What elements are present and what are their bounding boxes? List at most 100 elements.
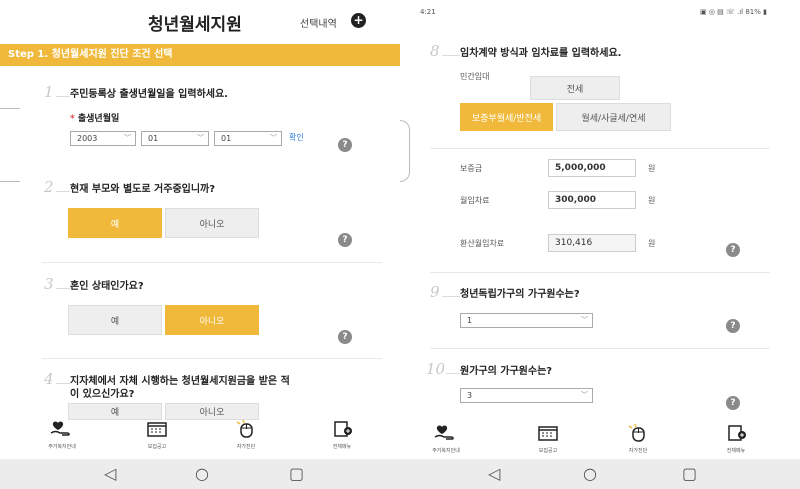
year-select[interactable]: 2003 ﹀ (70, 131, 136, 146)
question-4-text-line2: 이 있으신가요? (70, 389, 135, 400)
question-number-3: 3 (44, 275, 54, 293)
mouse-icon (628, 423, 645, 442)
nav-item-allmenu[interactable]: 전체메뉴 (312, 420, 372, 450)
question-line (56, 383, 70, 384)
card-edge (0, 108, 20, 182)
chevron-down-icon: ﹀ (581, 391, 588, 399)
chevron-down-icon: ﹀ (581, 316, 588, 324)
deposit-rent-button[interactable]: 보증부월세/반전세 (460, 103, 553, 131)
q3-no-button[interactable]: 아니오 (165, 305, 259, 335)
step-bar: Step 1. 청년월세지원 진단 조건 선택 (0, 44, 400, 66)
left-screen: 청년월세지원 선택내역 + Step 1. 청년월세지원 진단 조건 선택 1 … (0, 0, 400, 489)
question-9-text: 청년독립가구의 가구원수는? (460, 289, 580, 300)
recent-apps-icon[interactable]: ▢ (682, 464, 697, 483)
nav-item-welfare[interactable]: 주거복지안내 (32, 420, 92, 450)
jeonse-button[interactable]: 전세 (530, 76, 620, 100)
nav-item-notice[interactable]: 모집공고 (518, 424, 578, 454)
required-mark: * (70, 114, 75, 124)
divider (430, 272, 770, 273)
bottom-nav: 주거복지안내 모집공고 자가진단 전체메뉴 (400, 423, 800, 454)
independent-household-select[interactable]: 1 ﹀ (460, 313, 593, 328)
divider (42, 262, 382, 263)
help-icon[interactable]: ? (726, 396, 740, 410)
help-icon[interactable]: ? (338, 138, 352, 152)
plus-icon[interactable]: + (351, 13, 366, 28)
chevron-down-icon: ﹀ (270, 134, 277, 142)
q4-no-button[interactable]: 아니오 (165, 403, 259, 420)
deposit-input[interactable]: 5,000,000 (548, 159, 636, 177)
menu-plus-icon (728, 425, 746, 441)
help-icon[interactable]: ? (338, 233, 352, 247)
original-household-select[interactable]: 3 ﹀ (460, 388, 593, 403)
chevron-down-icon: ﹀ (124, 134, 131, 142)
recent-apps-icon[interactable]: ▢ (289, 464, 304, 483)
mouse-icon (236, 419, 253, 438)
status-time: 4:21 (420, 8, 436, 16)
card-edge (400, 120, 410, 182)
question-number-8: 8 (430, 42, 440, 60)
q2-yes-button[interactable]: 예 (68, 208, 162, 238)
question-number-10: 10 (426, 360, 446, 378)
right-screen: 4:21 ▣ ◎ ▤ ☏ .ıl 81% ▮ 8 임차계약 방식과 임차료를 입… (400, 0, 800, 489)
help-icon[interactable]: ? (338, 330, 352, 344)
month-select[interactable]: 01 ﹀ (141, 131, 209, 146)
bottom-nav: 주거복지안내 모집공고 자가진단 전체메뉴 (0, 419, 400, 450)
home-icon[interactable]: ○ (583, 464, 597, 483)
private-rental-label: 민간임대 (460, 72, 490, 81)
history-link[interactable]: 선택내역 (300, 15, 337, 30)
question-line (442, 55, 460, 56)
question-line (442, 296, 460, 297)
question-line (56, 288, 70, 289)
divider (42, 358, 382, 359)
question-number-4: 4 (44, 370, 54, 388)
help-icon[interactable]: ? (726, 243, 740, 257)
page-title: 청년월세지원 (148, 15, 242, 35)
confirm-link[interactable]: 확인 (289, 132, 304, 143)
question-line (56, 96, 70, 97)
question-10-text: 원가구의 가구원수는? (460, 366, 553, 377)
menu-plus-icon (334, 421, 352, 437)
q3-yes-button[interactable]: 예 (68, 305, 162, 335)
nav-item-allmenu[interactable]: 전체메뉴 (706, 424, 766, 454)
deposit-label: 보증금 (460, 164, 483, 173)
converted-rent-unit: 원 (648, 239, 656, 248)
question-line (56, 191, 70, 192)
question-1-text: 주민등록상 출생년월일을 입력하세요. (70, 89, 228, 100)
deposit-unit: 원 (648, 164, 656, 173)
nav-item-selfcheck[interactable]: 자가진단 (608, 423, 668, 454)
calendar-icon (538, 426, 558, 441)
status-icons: ▣ ◎ ▤ ☏ .ıl 81% ▮ (700, 8, 767, 16)
chevron-down-icon: ﹀ (197, 134, 204, 142)
question-4-text-line1: 지자체에서 자체 시행하는 청년월세지원금을 받은 적 (70, 376, 290, 387)
back-icon[interactable]: ◁ (104, 464, 116, 483)
rent-unit: 원 (648, 196, 656, 205)
question-line (446, 373, 460, 374)
question-8-text: 임차계약 방식과 임차료를 입력하세요. (460, 48, 622, 59)
converted-rent-label: 환산월임차료 (460, 239, 505, 248)
converted-rent-value: 310,416 (548, 234, 636, 252)
divider (430, 148, 770, 149)
birthdate-label: * 출생년월일 (70, 114, 120, 124)
help-icon[interactable]: ? (726, 319, 740, 333)
system-nav: ◁ ○ ▢ (0, 459, 400, 489)
question-number-2: 2 (44, 178, 54, 196)
question-number-1: 1 (44, 83, 54, 101)
heart-hand-icon (50, 421, 70, 436)
monthly-rent-button[interactable]: 월세/사글세/연세 (556, 103, 671, 131)
calendar-icon (147, 422, 167, 437)
nav-item-selfcheck[interactable]: 자가진단 (216, 419, 276, 450)
day-select[interactable]: 01 ﹀ (214, 131, 282, 146)
step-title: 청년월세지원 진단 조건 선택 (51, 49, 173, 60)
heart-hand-icon (434, 425, 454, 440)
rent-input[interactable]: 300,000 (548, 191, 636, 209)
question-3-text: 혼인 상태인가요? (70, 281, 144, 292)
nav-item-welfare[interactable]: 주거복지안내 (416, 424, 476, 454)
q4-yes-button[interactable]: 예 (68, 403, 162, 420)
divider (430, 348, 770, 349)
rent-label: 월임차료 (460, 196, 490, 205)
back-icon[interactable]: ◁ (488, 464, 500, 483)
q2-no-button[interactable]: 아니오 (165, 208, 259, 238)
nav-item-notice[interactable]: 모집공고 (127, 420, 187, 450)
step-label: Step 1. (8, 49, 49, 60)
home-icon[interactable]: ○ (195, 464, 209, 483)
